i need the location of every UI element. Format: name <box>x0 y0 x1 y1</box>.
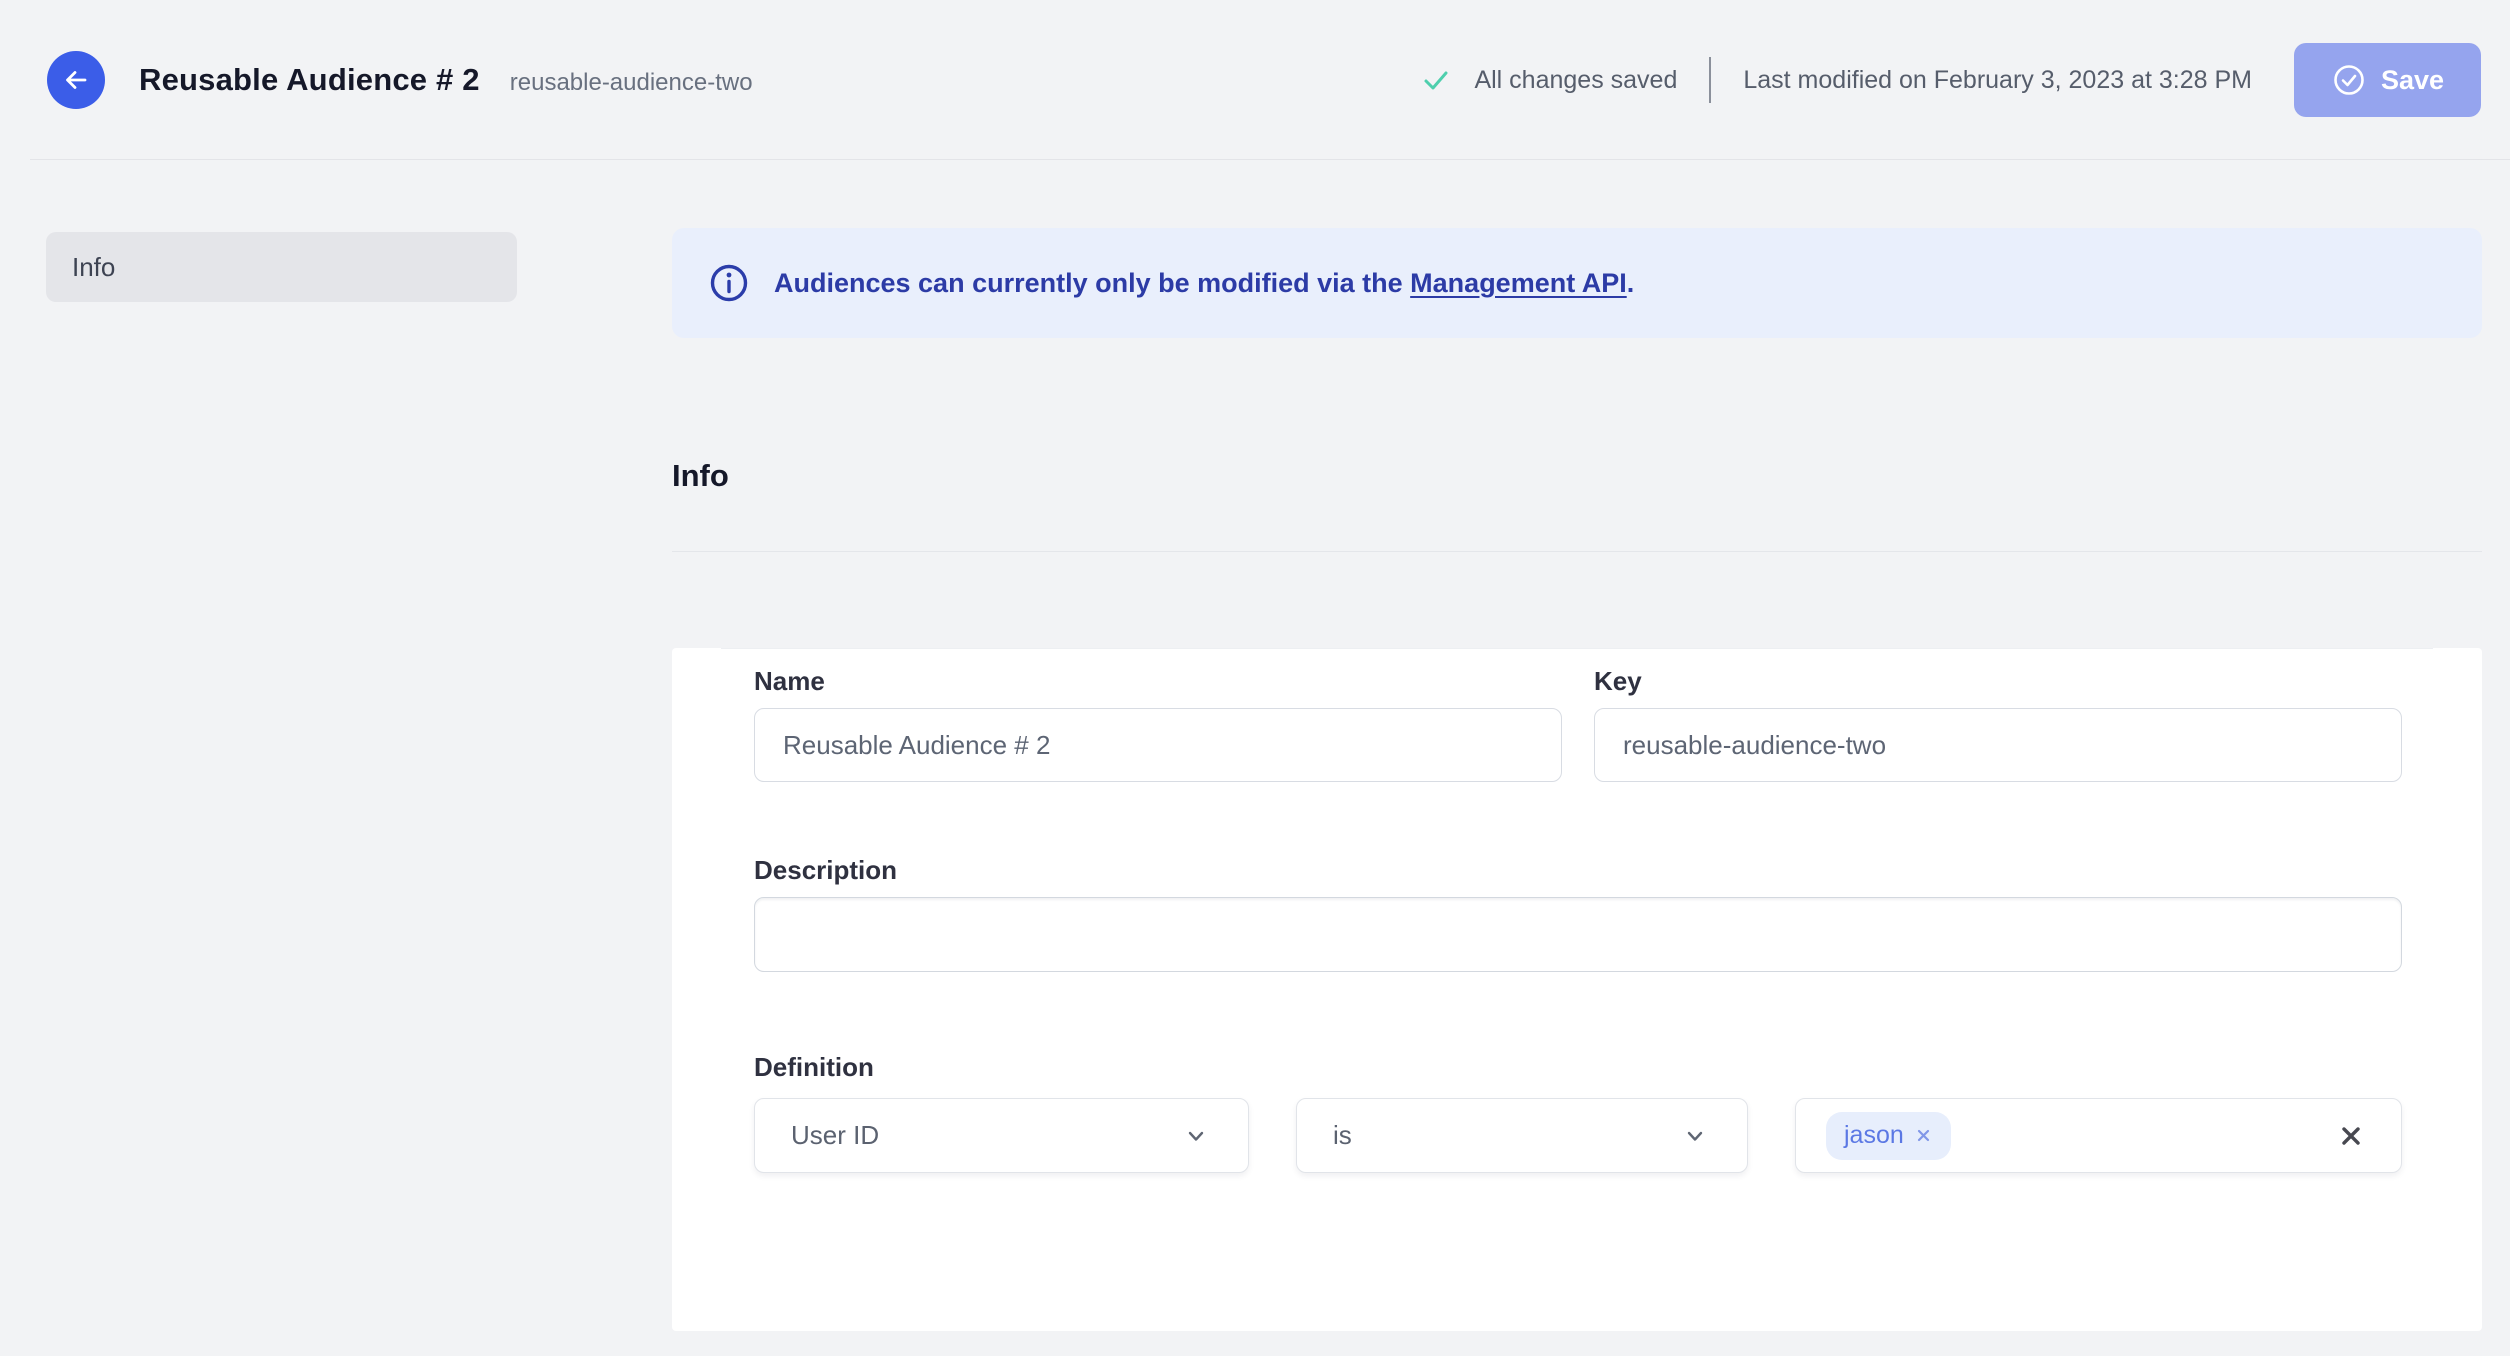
name-label: Name <box>754 666 825 696</box>
saved-status-text: All changes saved <box>1474 65 1678 94</box>
sidebar: Info <box>46 232 517 302</box>
info-card: Name Key Description Definition <box>672 648 2482 1331</box>
description-input[interactable] <box>754 897 2402 972</box>
definition-field-select[interactable]: User ID <box>754 1098 1249 1173</box>
description-field-group: Description <box>754 855 2402 977</box>
sidebar-item-label: Info <box>72 251 116 282</box>
key-field-group: Key <box>1594 666 2402 782</box>
chevron-down-icon <box>1188 1131 1204 1141</box>
section-title: Info <box>672 458 729 493</box>
check-icon <box>1424 71 1448 90</box>
definition-field-select-value: User ID <box>791 1120 880 1150</box>
name-input[interactable] <box>754 708 1562 782</box>
save-button[interactable]: Save <box>2294 43 2481 117</box>
description-label: Description <box>754 855 898 885</box>
definition-values-input[interactable]: jason <box>1795 1098 2402 1173</box>
section-divider <box>672 551 2482 552</box>
arrow-left-icon <box>66 71 87 89</box>
header-left: Reusable Audience # 2 reusable-audience-… <box>47 51 753 109</box>
header-right: All changes saved Last modified on Febru… <box>1420 43 2481 117</box>
back-button[interactable] <box>47 51 105 109</box>
saved-status: All changes saved <box>1420 64 1677 96</box>
page-title: Reusable Audience # 2 <box>139 62 480 97</box>
definition-operator-select[interactable]: is <box>1296 1098 1748 1173</box>
remove-chip-button[interactable] <box>1914 1126 1933 1145</box>
definition-field-group: Definition User ID is jason <box>754 1052 2402 1173</box>
definition-row: User ID is jason <box>754 1098 2402 1173</box>
info-circle-icon <box>710 264 748 302</box>
key-input[interactable] <box>1594 708 2402 782</box>
banner-text: Audiences can currently only be modified… <box>774 268 1634 299</box>
main-panel: Audiences can currently only be modified… <box>672 160 2482 1331</box>
last-modified-text: Last modified on February 3, 2023 at 3:2… <box>1743 65 2252 94</box>
name-field-group: Name <box>754 666 1562 782</box>
x-icon <box>2342 1126 2360 1145</box>
sidebar-item-info[interactable]: Info <box>46 232 517 302</box>
page-header: Reusable Audience # 2 reusable-audience-… <box>0 0 2510 160</box>
info-banner: Audiences can currently only be modified… <box>672 228 2482 338</box>
name-key-row: Name Key <box>754 666 2402 782</box>
banner-text-before: Audiences can currently only be modified… <box>774 267 1411 298</box>
clear-values-button[interactable] <box>2337 1122 2365 1150</box>
audience-editor-page: Reusable Audience # 2 reusable-audience-… <box>0 0 2510 1356</box>
definition-label: Definition <box>754 1052 874 1082</box>
save-button-label: Save <box>2380 64 2445 95</box>
key-label: Key <box>1594 666 1642 696</box>
value-chip[interactable]: jason <box>1826 1111 1951 1160</box>
content: Info Audiences can currently only be mod… <box>0 160 2510 1331</box>
x-icon <box>1917 1129 1929 1142</box>
page-subtitle: reusable-audience-two <box>509 69 753 96</box>
title-group: Reusable Audience # 2 reusable-audience-… <box>139 62 753 98</box>
header-divider <box>1709 57 1712 103</box>
circle-check-icon <box>2334 65 2364 95</box>
card-top-divider <box>721 648 2433 649</box>
definition-operator-select-value: is <box>1333 1120 1352 1150</box>
chevron-down-icon <box>1687 1131 1703 1141</box>
value-chip-label: jason <box>1844 1121 1904 1149</box>
management-api-link[interactable]: Management API <box>1410 268 1627 298</box>
banner-text-after: . <box>1626 267 1635 298</box>
